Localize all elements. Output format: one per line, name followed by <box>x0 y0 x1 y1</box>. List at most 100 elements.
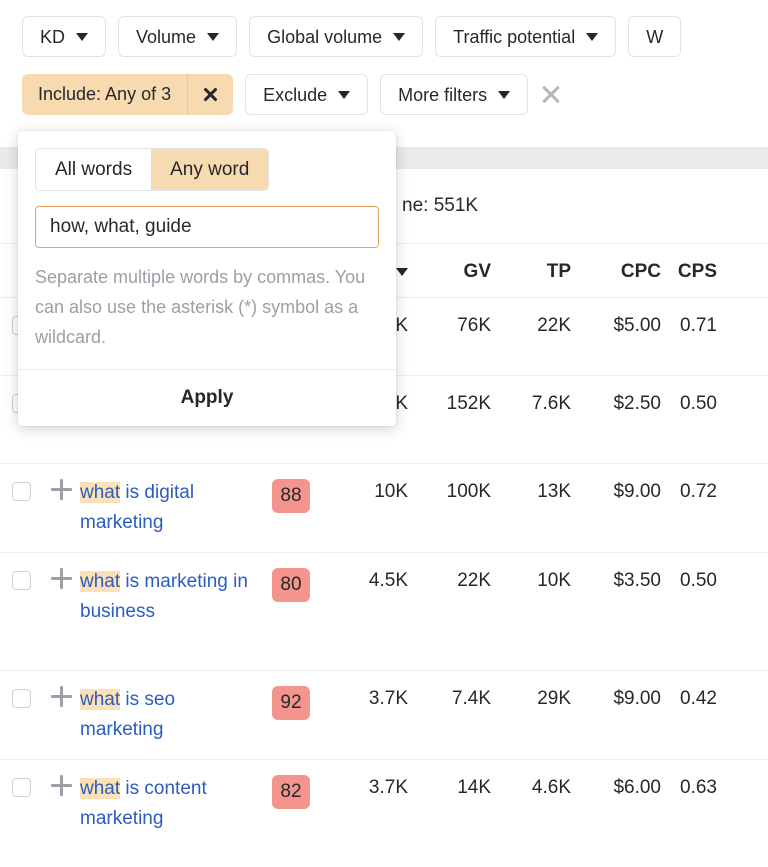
filter-button-volume-label: Volume <box>136 28 196 46</box>
exclude-filter-label: Exclude <box>263 86 327 104</box>
table-row[interactable]: what is seo marketing 92 3.7K 7.4K 29K $… <box>0 671 768 760</box>
filter-button-kd-label: KD <box>40 28 65 46</box>
row-cpc: $6.00 <box>572 774 662 799</box>
row-kd-cell: 80 <box>252 567 330 602</box>
filter-button-kd[interactable]: KD <box>22 16 106 57</box>
row-checkbox[interactable] <box>12 689 31 708</box>
chevron-down-icon <box>338 91 350 99</box>
caret-down-icon <box>396 268 408 276</box>
row-keyword-highlight: what <box>80 482 120 503</box>
filter-button-volume[interactable]: Volume <box>118 16 237 57</box>
row-volume: 10K <box>330 478 418 503</box>
row-tp: 10K <box>496 567 572 592</box>
row-keyword[interactable]: what is seo marketing <box>80 685 252 745</box>
row-checkbox[interactable] <box>12 482 31 501</box>
row-checkbox[interactable] <box>12 571 31 590</box>
row-gv: 7.4K <box>418 685 496 710</box>
table-header-gv[interactable]: GV <box>418 258 496 283</box>
include-filter-remove-button[interactable] <box>187 74 233 115</box>
chevron-down-icon <box>586 33 598 41</box>
include-panel-body: All words Any word Separate multiple wor… <box>18 131 396 369</box>
row-keyword-highlight: what <box>80 571 120 592</box>
row-add-cell <box>42 774 80 796</box>
row-keyword-highlight: what <box>80 778 120 799</box>
row-kd-cell: 88 <box>252 478 330 513</box>
include-panel-hint: Separate multiple words by commas. You c… <box>35 262 379 369</box>
include-filter-chip-label: Include: Any of 3 <box>22 74 187 115</box>
row-select-cell <box>0 478 42 501</box>
row-volume: 4.5K <box>330 567 418 592</box>
chevron-down-icon <box>76 33 88 41</box>
plus-icon[interactable] <box>51 479 72 500</box>
row-cps: 0.50 <box>662 567 745 592</box>
row-kd-cell: 82 <box>252 774 330 809</box>
chevron-down-icon <box>207 33 219 41</box>
include-apply-label: Apply <box>181 387 234 409</box>
row-tp: 29K <box>496 685 572 710</box>
row-add-cell <box>42 685 80 707</box>
chevron-down-icon <box>498 91 510 99</box>
row-gv: 100K <box>418 478 496 503</box>
row-checkbox[interactable] <box>12 778 31 797</box>
row-tp: 13K <box>496 478 572 503</box>
filter-button-global-volume[interactable]: Global volume <box>249 16 423 57</box>
row-tp: 4.6K <box>496 774 572 799</box>
filter-button-traffic-potential-label: Traffic potential <box>453 28 575 46</box>
include-filter-panel: All words Any word Separate multiple wor… <box>18 131 396 426</box>
filter-button-word-count-label: W <box>646 28 663 46</box>
row-gv: 22K <box>418 567 496 592</box>
plus-icon[interactable] <box>51 568 72 589</box>
row-volume: 3.7K <box>330 774 418 799</box>
row-select-cell <box>0 685 42 708</box>
row-select-cell <box>0 567 42 590</box>
row-cps: 0.71 <box>662 312 745 337</box>
close-icon <box>202 86 219 103</box>
kd-badge: 82 <box>272 775 310 809</box>
filter-bar: KD Volume Global volume Traffic potentia… <box>0 0 768 57</box>
more-filters-button[interactable]: More filters <box>380 74 528 115</box>
row-keyword[interactable]: what is marketing in business <box>80 567 252 627</box>
row-add-cell <box>42 567 80 589</box>
include-filter-chip[interactable]: Include: Any of 3 <box>22 74 233 115</box>
row-gv: 76K <box>418 312 496 337</box>
row-cpc: $3.50 <box>572 567 662 592</box>
row-cps: 0.50 <box>662 390 745 415</box>
table-header-cpc[interactable]: CPC <box>572 258 662 283</box>
kd-badge: 80 <box>272 568 310 602</box>
total-volume-value: ne: 551K <box>402 195 478 217</box>
plus-icon[interactable] <box>51 686 72 707</box>
active-filter-bar: Include: Any of 3 Exclude More filters <box>0 57 768 115</box>
row-keyword-highlight: what <box>80 689 120 710</box>
filter-button-global-volume-label: Global volume <box>267 28 382 46</box>
chevron-down-icon <box>393 33 405 41</box>
row-volume: 3.7K <box>330 685 418 710</box>
row-tp: 7.6K <box>496 390 572 415</box>
table-header-cps[interactable]: CPS <box>662 258 745 283</box>
row-keyword[interactable]: what is content marketing <box>80 774 252 834</box>
filter-button-traffic-potential[interactable]: Traffic potential <box>435 16 616 57</box>
row-add-cell <box>42 478 80 500</box>
include-apply-button[interactable]: Apply <box>18 369 396 426</box>
table-row[interactable]: what is digital marketing 88 10K 100K 13… <box>0 464 768 553</box>
row-cps: 0.63 <box>662 774 745 799</box>
table-row[interactable]: what is marketing in business 80 4.5K 22… <box>0 553 768 671</box>
exclude-filter-button[interactable]: Exclude <box>245 74 368 115</box>
filter-button-word-count[interactable]: W <box>628 16 681 57</box>
match-mode-any-word[interactable]: Any word <box>151 149 268 190</box>
row-cps: 0.42 <box>662 685 745 710</box>
row-cps: 0.72 <box>662 478 745 503</box>
include-keywords-input[interactable] <box>35 206 379 248</box>
row-cpc: $2.50 <box>572 390 662 415</box>
row-select-cell <box>0 774 42 797</box>
match-mode-toggle: All words Any word <box>35 148 269 191</box>
clear-all-filters-icon[interactable] <box>540 84 562 106</box>
row-gv: 14K <box>418 774 496 799</box>
table-header-tp[interactable]: TP <box>496 258 572 283</box>
row-keyword[interactable]: what is digital marketing <box>80 478 252 538</box>
plus-icon[interactable] <box>51 775 72 796</box>
match-mode-all-words[interactable]: All words <box>36 149 151 190</box>
kd-badge: 92 <box>272 686 310 720</box>
more-filters-label: More filters <box>398 86 487 104</box>
row-cpc: $9.00 <box>572 478 662 503</box>
table-row[interactable]: what is content marketing 82 3.7K 14K 4.… <box>0 760 768 848</box>
